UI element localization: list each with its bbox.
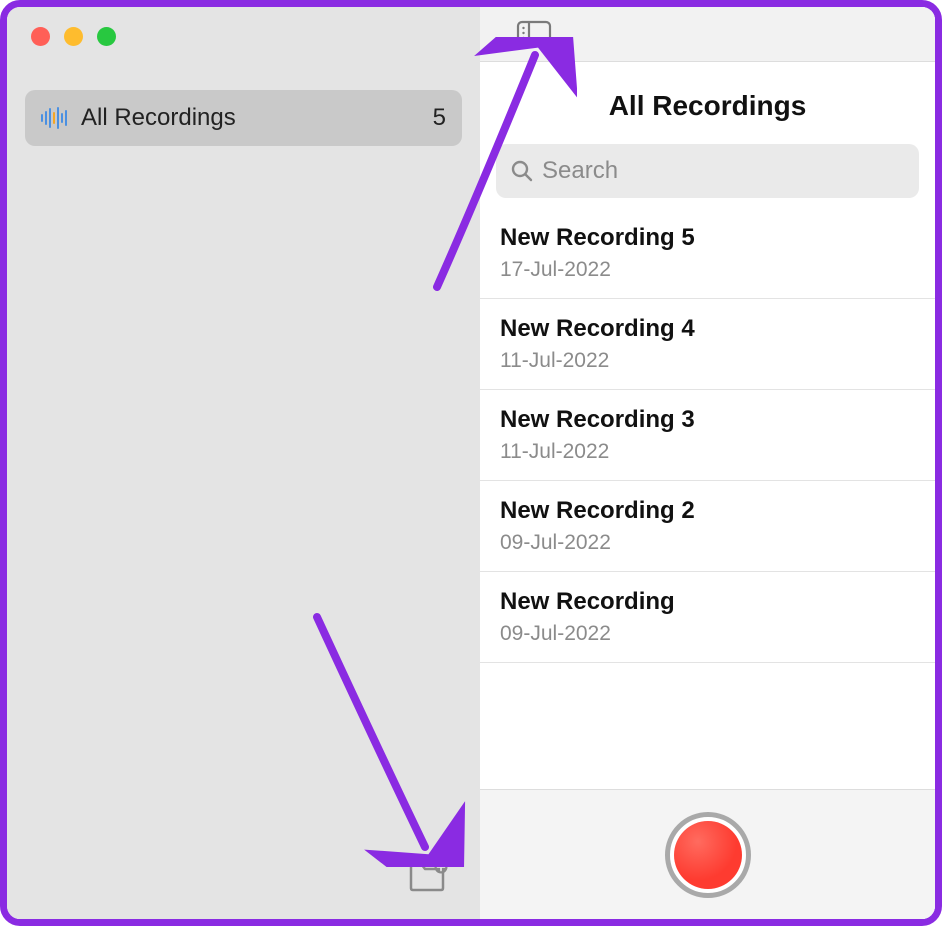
app-window: All Recordings 5 xyxy=(0,0,942,926)
sidebar-item-label: All Recordings xyxy=(81,104,419,132)
recording-date: 17-Jul-2022 xyxy=(500,258,935,282)
record-button[interactable] xyxy=(665,812,751,898)
recording-date: 09-Jul-2022 xyxy=(500,622,935,646)
minimize-window-button[interactable] xyxy=(64,27,83,46)
recording-title: New Recording 4 xyxy=(500,315,935,343)
sidebar-footer xyxy=(7,833,480,919)
list-item[interactable]: New Recording 09-Jul-2022 xyxy=(480,572,935,663)
recording-title: New Recording 5 xyxy=(500,224,935,252)
search-input[interactable] xyxy=(542,157,905,185)
list-item[interactable]: New Recording 4 11-Jul-2022 xyxy=(480,299,935,390)
search-icon xyxy=(510,159,534,183)
list-item[interactable]: New Recording 2 09-Jul-2022 xyxy=(480,481,935,572)
list-item[interactable]: New Recording 3 11-Jul-2022 xyxy=(480,390,935,481)
recordings-list: New Recording 5 17-Jul-2022 New Recordin… xyxy=(480,208,935,789)
page-title: All Recordings xyxy=(480,62,935,144)
recording-date: 11-Jul-2022 xyxy=(500,349,935,373)
sidebar: All Recordings 5 xyxy=(7,7,480,919)
toggle-sidebar-button[interactable] xyxy=(516,20,552,48)
recording-date: 09-Jul-2022 xyxy=(500,531,935,555)
recording-title: New Recording xyxy=(500,588,935,616)
toggle-sidebar-icon xyxy=(516,20,552,48)
list-item[interactable]: New Recording 5 17-Jul-2022 xyxy=(480,208,935,299)
main-pane: All Recordings New Recording 5 17-Jul-20… xyxy=(480,7,935,919)
recording-title: New Recording 2 xyxy=(500,497,935,525)
sidebar-item-count: 5 xyxy=(433,104,446,132)
recording-date: 11-Jul-2022 xyxy=(500,440,935,464)
new-folder-icon xyxy=(408,859,448,893)
search-field[interactable] xyxy=(496,144,919,198)
waveform-icon xyxy=(41,106,67,130)
new-folder-button[interactable] xyxy=(408,858,448,894)
record-toolbar xyxy=(480,789,935,919)
recording-title: New Recording 3 xyxy=(500,406,935,434)
maximize-window-button[interactable] xyxy=(97,27,116,46)
window-controls xyxy=(7,7,480,62)
sidebar-item-all-recordings[interactable]: All Recordings 5 xyxy=(25,90,462,146)
toolbar xyxy=(480,7,935,62)
record-icon xyxy=(674,821,742,889)
close-window-button[interactable] xyxy=(31,27,50,46)
